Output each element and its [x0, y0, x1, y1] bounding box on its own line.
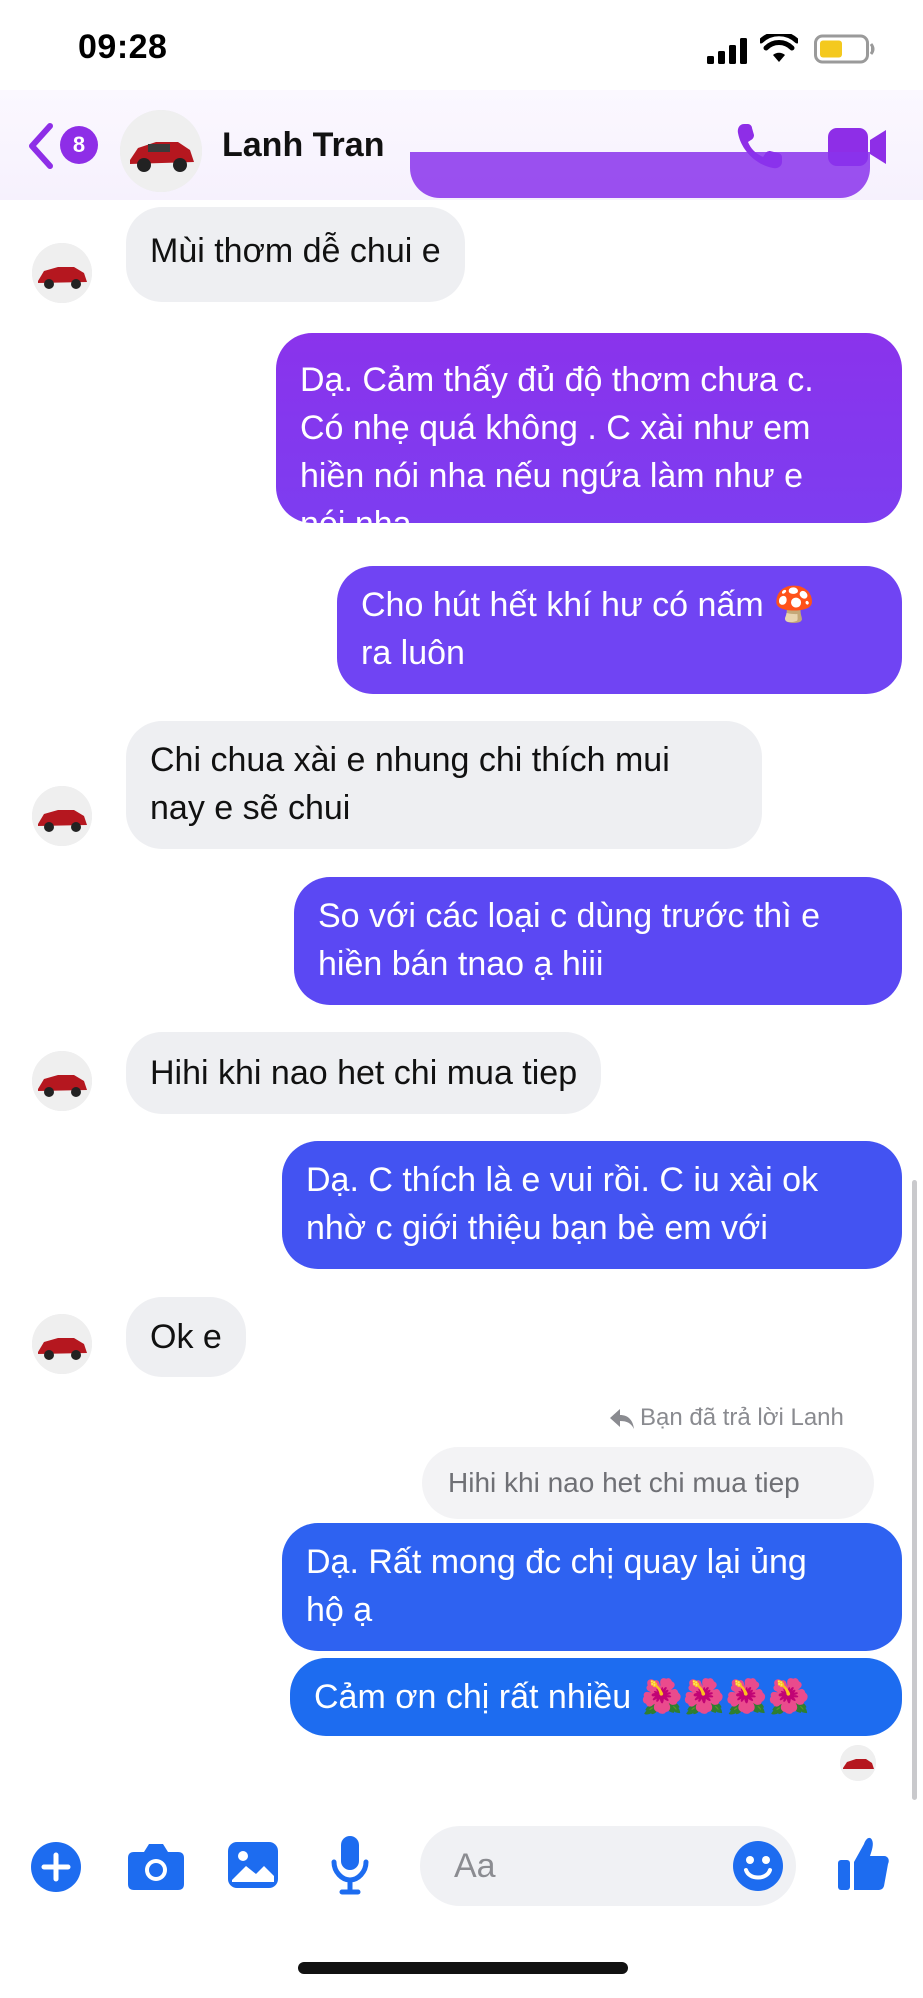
contact-avatar[interactable] — [32, 786, 92, 846]
incoming-message[interactable]: Chi chua xài e nhung chi thích mui nay e… — [126, 721, 762, 849]
battery-icon — [814, 34, 875, 64]
thumbs-up-icon[interactable] — [836, 1832, 890, 1894]
quoted-message[interactable]: Hihi khi nao het chi mua tiep — [422, 1447, 874, 1519]
home-indicator — [298, 1962, 628, 1974]
contact-avatar[interactable] — [120, 110, 202, 192]
reply-arrow-icon — [610, 1409, 634, 1429]
plus-icon[interactable] — [30, 1841, 82, 1893]
reply-label: Bạn đã trả lời Lanh — [640, 1404, 844, 1431]
status-time: 09:28 — [78, 28, 168, 66]
scrollbar[interactable] — [912, 1180, 917, 1800]
contact-avatar[interactable] — [32, 1314, 92, 1374]
incoming-message[interactable]: Mùi thơm dễ chui e — [126, 207, 465, 302]
cellular-signal-icon — [707, 38, 747, 64]
outgoing-message[interactable]: Dạ. Cảm thấy đủ độ thơm chưa c. Có nhẹ q… — [276, 333, 902, 543]
outgoing-message[interactable]: Dạ. Rất mong đc chị quay lại ủng hộ ạ — [282, 1523, 902, 1651]
gallery-icon[interactable] — [226, 1838, 280, 1892]
wifi-icon — [760, 34, 798, 62]
outgoing-message[interactable]: Dạ. C thích là e vui rồi. C iu xài ok nh… — [282, 1141, 902, 1269]
outgoing-message[interactable]: So với các loại c dùng trước thì e hiền … — [294, 877, 902, 1005]
seen-receipt-avatar — [840, 1745, 876, 1781]
contact-avatar[interactable] — [32, 243, 92, 303]
emoji-icon[interactable] — [732, 1840, 784, 1892]
contact-avatar[interactable] — [32, 1051, 92, 1111]
outgoing-message[interactable]: Cho hút hết khí hư có nấm 🍄 ra luôn — [337, 566, 902, 694]
incoming-message[interactable]: Ok e — [126, 1297, 246, 1377]
outgoing-message[interactable]: Cảm ơn chị rất nhiều 🌺🌺🌺🌺 — [290, 1658, 902, 1736]
unread-count-badge[interactable]: 8 — [60, 126, 98, 164]
incoming-message[interactable]: Hihi khi nao het chi mua tiep — [126, 1032, 602, 1114]
microphone-icon[interactable] — [330, 1834, 370, 1896]
previous-message-edge — [410, 152, 870, 198]
camera-icon[interactable] — [126, 1840, 186, 1892]
contact-name[interactable]: Lanh Tran — [222, 126, 384, 165]
